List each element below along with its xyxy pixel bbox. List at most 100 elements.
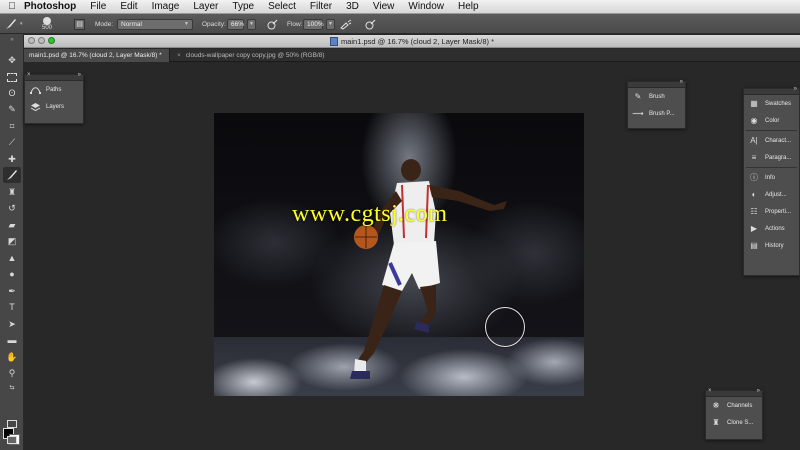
panel-item-label: History [765, 242, 784, 249]
panel-item-brush-presets[interactable]: ⟿ Brush P... [628, 105, 685, 122]
menu-file[interactable]: File [90, 1, 106, 12]
tab-main1[interactable]: main1.psd @ 16.7% (cloud 2, Layer Mask/8… [24, 49, 170, 62]
zoom-window-icon[interactable] [48, 37, 55, 44]
eraser-tool-icon[interactable]: ▰ [3, 217, 21, 233]
quick-selection-tool-icon[interactable]: ✎ [3, 101, 21, 117]
flow-field[interactable]: 100% [303, 18, 324, 30]
collapse-panel-icon[interactable]: » [78, 72, 81, 78]
hand-tool-icon[interactable]: ✋ [3, 349, 21, 365]
blur-tool-icon[interactable]: ▲ [3, 250, 21, 266]
close-tab-icon[interactable]: × [177, 52, 181, 59]
crop-tool-icon[interactable]: ⌗ [3, 118, 21, 134]
panel-header: ×» [25, 72, 83, 81]
history-icon: ▤ [750, 241, 758, 250]
menu-window[interactable]: Window [408, 1, 444, 12]
marquee-tool-icon[interactable] [3, 69, 21, 85]
brush-panel-group: » ✎ Brush ⟿ Brush P... [627, 79, 686, 129]
clone-source-icon: ♜ [712, 418, 720, 427]
menu-filter[interactable]: Filter [310, 1, 332, 12]
airbrush-toggle[interactable] [339, 14, 353, 34]
quick-mask-icon[interactable] [3, 416, 21, 432]
move-tool-icon[interactable]: ✥ [3, 52, 21, 68]
panel-item-label: Charact... [765, 137, 792, 144]
healing-brush-tool-icon[interactable]: ✚ [3, 151, 21, 167]
rectangle-tool-icon[interactable]: ▬ [3, 332, 21, 348]
panel-item-character[interactable]: A| Charact... [744, 132, 799, 149]
menu-select[interactable]: Select [268, 1, 296, 12]
menu-3d[interactable]: 3D [346, 1, 359, 12]
flow-value: 100% [307, 20, 324, 28]
opacity-slider-button[interactable]: ▼ [247, 18, 256, 30]
apple-icon[interactable]:  [0, 1, 24, 12]
menu-type[interactable]: Type [232, 1, 254, 12]
brush-presets-icon: ⟿ [632, 109, 644, 118]
collapse-panel-icon[interactable]: » [757, 388, 760, 394]
opacity-label: Opacity: [202, 20, 226, 28]
pen-tool-icon[interactable]: ✒ [3, 283, 21, 299]
zoom-tool-icon[interactable]: ⚲ [3, 365, 21, 381]
brush-panel-toggle[interactable]: ▤ [74, 14, 85, 34]
collapse-panel-icon[interactable]: » [680, 79, 683, 85]
panel-item-label: Brush [649, 93, 665, 100]
panel-item-history[interactable]: ▤ History [744, 237, 799, 254]
tab-clouds-wallpaper[interactable]: × clouds-wallpaper copy copy.jpg @ 50% (… [172, 49, 330, 62]
panel-item-adjustments[interactable]: ◐ Adjust... [744, 186, 799, 203]
minimize-window-icon[interactable] [38, 37, 45, 44]
panel-item-color[interactable]: ◉ Color [744, 112, 799, 129]
panel-item-properties[interactable]: ☷ Properti... [744, 203, 799, 220]
type-tool-icon[interactable]: T [3, 299, 21, 315]
dodge-tool-icon[interactable]: ● [3, 266, 21, 282]
basketball-player-image [350, 159, 507, 379]
panel-item-layers[interactable]: Layers [25, 98, 83, 115]
lasso-tool-icon[interactable]: ʘ [3, 85, 21, 101]
watermark-text: www.cgtsj.com [292, 201, 448, 227]
tool-preset-picker[interactable]: ▾ [4, 14, 23, 34]
close-panel-icon[interactable]: × [708, 388, 712, 394]
screen-mode-icon[interactable] [3, 432, 21, 448]
panel-item-label: Actions [765, 225, 785, 232]
tools-collapse-icon[interactable]: » [3, 37, 21, 43]
flow-field-wrap: 100% ▼ [303, 14, 335, 34]
swap-colors-icon[interactable]: ⇆ [3, 382, 21, 392]
close-window-icon[interactable] [28, 37, 35, 44]
brush-tool-icon[interactable] [3, 167, 21, 183]
panel-item-info[interactable]: ⓘ Info [744, 169, 799, 186]
panel-item-swatches[interactable]: ▦ Swatches [744, 95, 799, 112]
document-canvas[interactable] [214, 113, 584, 396]
adjustments-icon: ◐ [751, 190, 757, 199]
opacity-field[interactable]: 66% [227, 18, 244, 30]
opacity-field-wrap: 66% ▼ [227, 14, 256, 34]
collapse-panel-icon[interactable]: » [794, 86, 797, 92]
panel-divider [746, 167, 797, 168]
flow-slider-button[interactable]: ▼ [326, 18, 335, 30]
eyedropper-tool-icon[interactable]: ⟋ [3, 134, 21, 150]
brush-size-picker[interactable]: 500 [42, 14, 52, 34]
panel-item-brush[interactable]: ✎ Brush [628, 88, 685, 105]
clone-stamp-tool-icon[interactable]: ♜ [3, 184, 21, 200]
menu-image[interactable]: Image [152, 1, 180, 12]
opacity-label-wrap: Opacity: [202, 14, 226, 34]
panel-item-paths[interactable]: Paths [25, 81, 83, 98]
menu-edit[interactable]: Edit [120, 1, 137, 12]
flow-label: Flow: [287, 20, 303, 28]
app-menu[interactable]: Photoshop [24, 1, 76, 12]
info-icon: ⓘ [750, 173, 758, 182]
paint-bucket-tool-icon[interactable]: ◩ [3, 233, 21, 249]
path-selection-tool-icon[interactable]: ➤ [3, 316, 21, 332]
menu-view[interactable]: View [373, 1, 395, 12]
pressure-opacity-toggle[interactable] [265, 14, 279, 34]
panel-item-actions[interactable]: ▶ Actions [744, 220, 799, 237]
brush-tool-icon [4, 17, 18, 31]
panel-divider [746, 130, 797, 131]
menu-help[interactable]: Help [458, 1, 479, 12]
close-panel-icon[interactable]: × [27, 72, 31, 78]
panel-item-channels[interactable]: ❋ Channels [706, 397, 762, 414]
properties-icon: ☷ [750, 207, 758, 216]
pressure-size-toggle[interactable] [363, 14, 377, 34]
mode-select[interactable]: Normal ▼ [117, 18, 193, 30]
tools-panel: » ✥ ʘ ✎ ⌗ ⟋ ✚ ♜ ↺ ▰ ◩ ▲ ● ✒ T ➤ ▬ ✋ ⚲ ⇆ [0, 34, 24, 450]
panel-item-clone-source[interactable]: ♜ Clone S... [706, 414, 762, 431]
history-brush-tool-icon[interactable]: ↺ [3, 200, 21, 216]
menu-layer[interactable]: Layer [193, 1, 218, 12]
panel-item-paragraph[interactable]: ≡ Paragra... [744, 149, 799, 166]
